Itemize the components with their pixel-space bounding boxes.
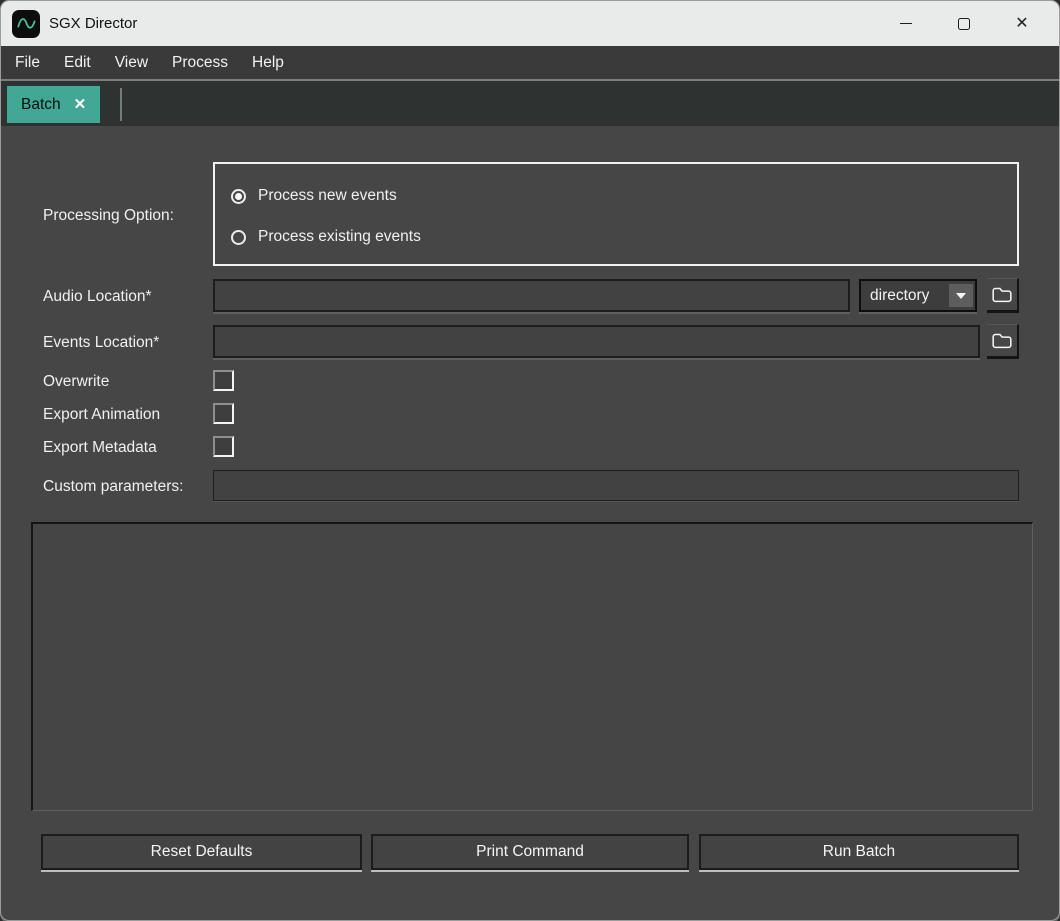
overwrite-label: Overwrite	[43, 373, 109, 391]
overwrite-checkbox[interactable]	[213, 370, 234, 391]
title-bar: SGX Director ✕	[1, 1, 1059, 46]
audio-location-input[interactable]	[213, 279, 850, 312]
custom-parameters-label: Custom parameters:	[43, 478, 183, 496]
print-command-button[interactable]: Print Command	[371, 834, 689, 870]
menu-bar: File Edit View Process Help	[1, 46, 1059, 79]
radio-row-new-events[interactable]: Process new events	[231, 187, 397, 205]
export-animation-label: Export Animation	[43, 406, 160, 424]
folder-icon	[991, 332, 1013, 350]
audio-location-browse-button[interactable]	[987, 278, 1019, 313]
sine-wave-icon	[14, 12, 38, 36]
menu-file[interactable]: File	[3, 46, 52, 79]
tab-label: Batch	[21, 96, 61, 114]
audio-mode-dropdown[interactable]: directory	[859, 279, 977, 312]
export-metadata-checkbox[interactable]	[213, 436, 234, 457]
app-logo-icon	[12, 10, 40, 38]
folder-icon	[991, 286, 1013, 304]
radio-label-existing-events: Process existing events	[258, 228, 421, 246]
tab-separator	[120, 88, 122, 121]
events-location-label: Events Location*	[43, 334, 159, 352]
tab-batch[interactable]: Batch ✕	[7, 86, 100, 123]
radio-label-new-events: Process new events	[258, 187, 397, 205]
dropdown-arrow-button[interactable]	[949, 284, 973, 307]
radio-process-existing-events[interactable]	[231, 230, 246, 245]
processing-option-label: Processing Option:	[43, 207, 174, 225]
window-controls: ✕	[877, 1, 1059, 46]
custom-parameters-input[interactable]	[213, 470, 1019, 501]
maximize-icon	[958, 18, 970, 30]
events-location-browse-button[interactable]	[987, 324, 1019, 359]
window-title: SGX Director	[49, 15, 137, 32]
maximize-button[interactable]	[935, 1, 993, 46]
tab-bar: Batch ✕	[1, 81, 1059, 126]
processing-option-group: Process new events Process existing even…	[213, 162, 1019, 266]
menu-help[interactable]: Help	[240, 46, 296, 79]
events-location-input[interactable]	[213, 325, 980, 358]
radio-row-existing-events[interactable]: Process existing events	[231, 228, 421, 246]
run-batch-button[interactable]: Run Batch	[699, 834, 1019, 870]
close-button[interactable]: ✕	[993, 1, 1051, 46]
audio-mode-value: directory	[861, 287, 947, 305]
export-animation-checkbox[interactable]	[213, 403, 234, 424]
radio-process-new-events[interactable]	[231, 189, 246, 204]
app-window: SGX Director ✕ File Edit View Process He…	[0, 0, 1060, 921]
minimize-icon	[900, 23, 912, 25]
audio-location-label: Audio Location*	[43, 288, 152, 306]
menu-process[interactable]: Process	[160, 46, 240, 79]
output-log-panel[interactable]	[31, 522, 1033, 811]
menu-view[interactable]: View	[103, 46, 160, 79]
export-metadata-label: Export Metadata	[43, 439, 157, 457]
minimize-button[interactable]	[877, 1, 935, 46]
tab-close-icon[interactable]: ✕	[74, 97, 87, 112]
menu-edit[interactable]: Edit	[52, 46, 103, 79]
radio-dot	[235, 193, 242, 200]
close-icon: ✕	[1015, 16, 1028, 32]
chevron-down-icon	[956, 293, 966, 299]
reset-defaults-button[interactable]: Reset Defaults	[41, 834, 362, 870]
